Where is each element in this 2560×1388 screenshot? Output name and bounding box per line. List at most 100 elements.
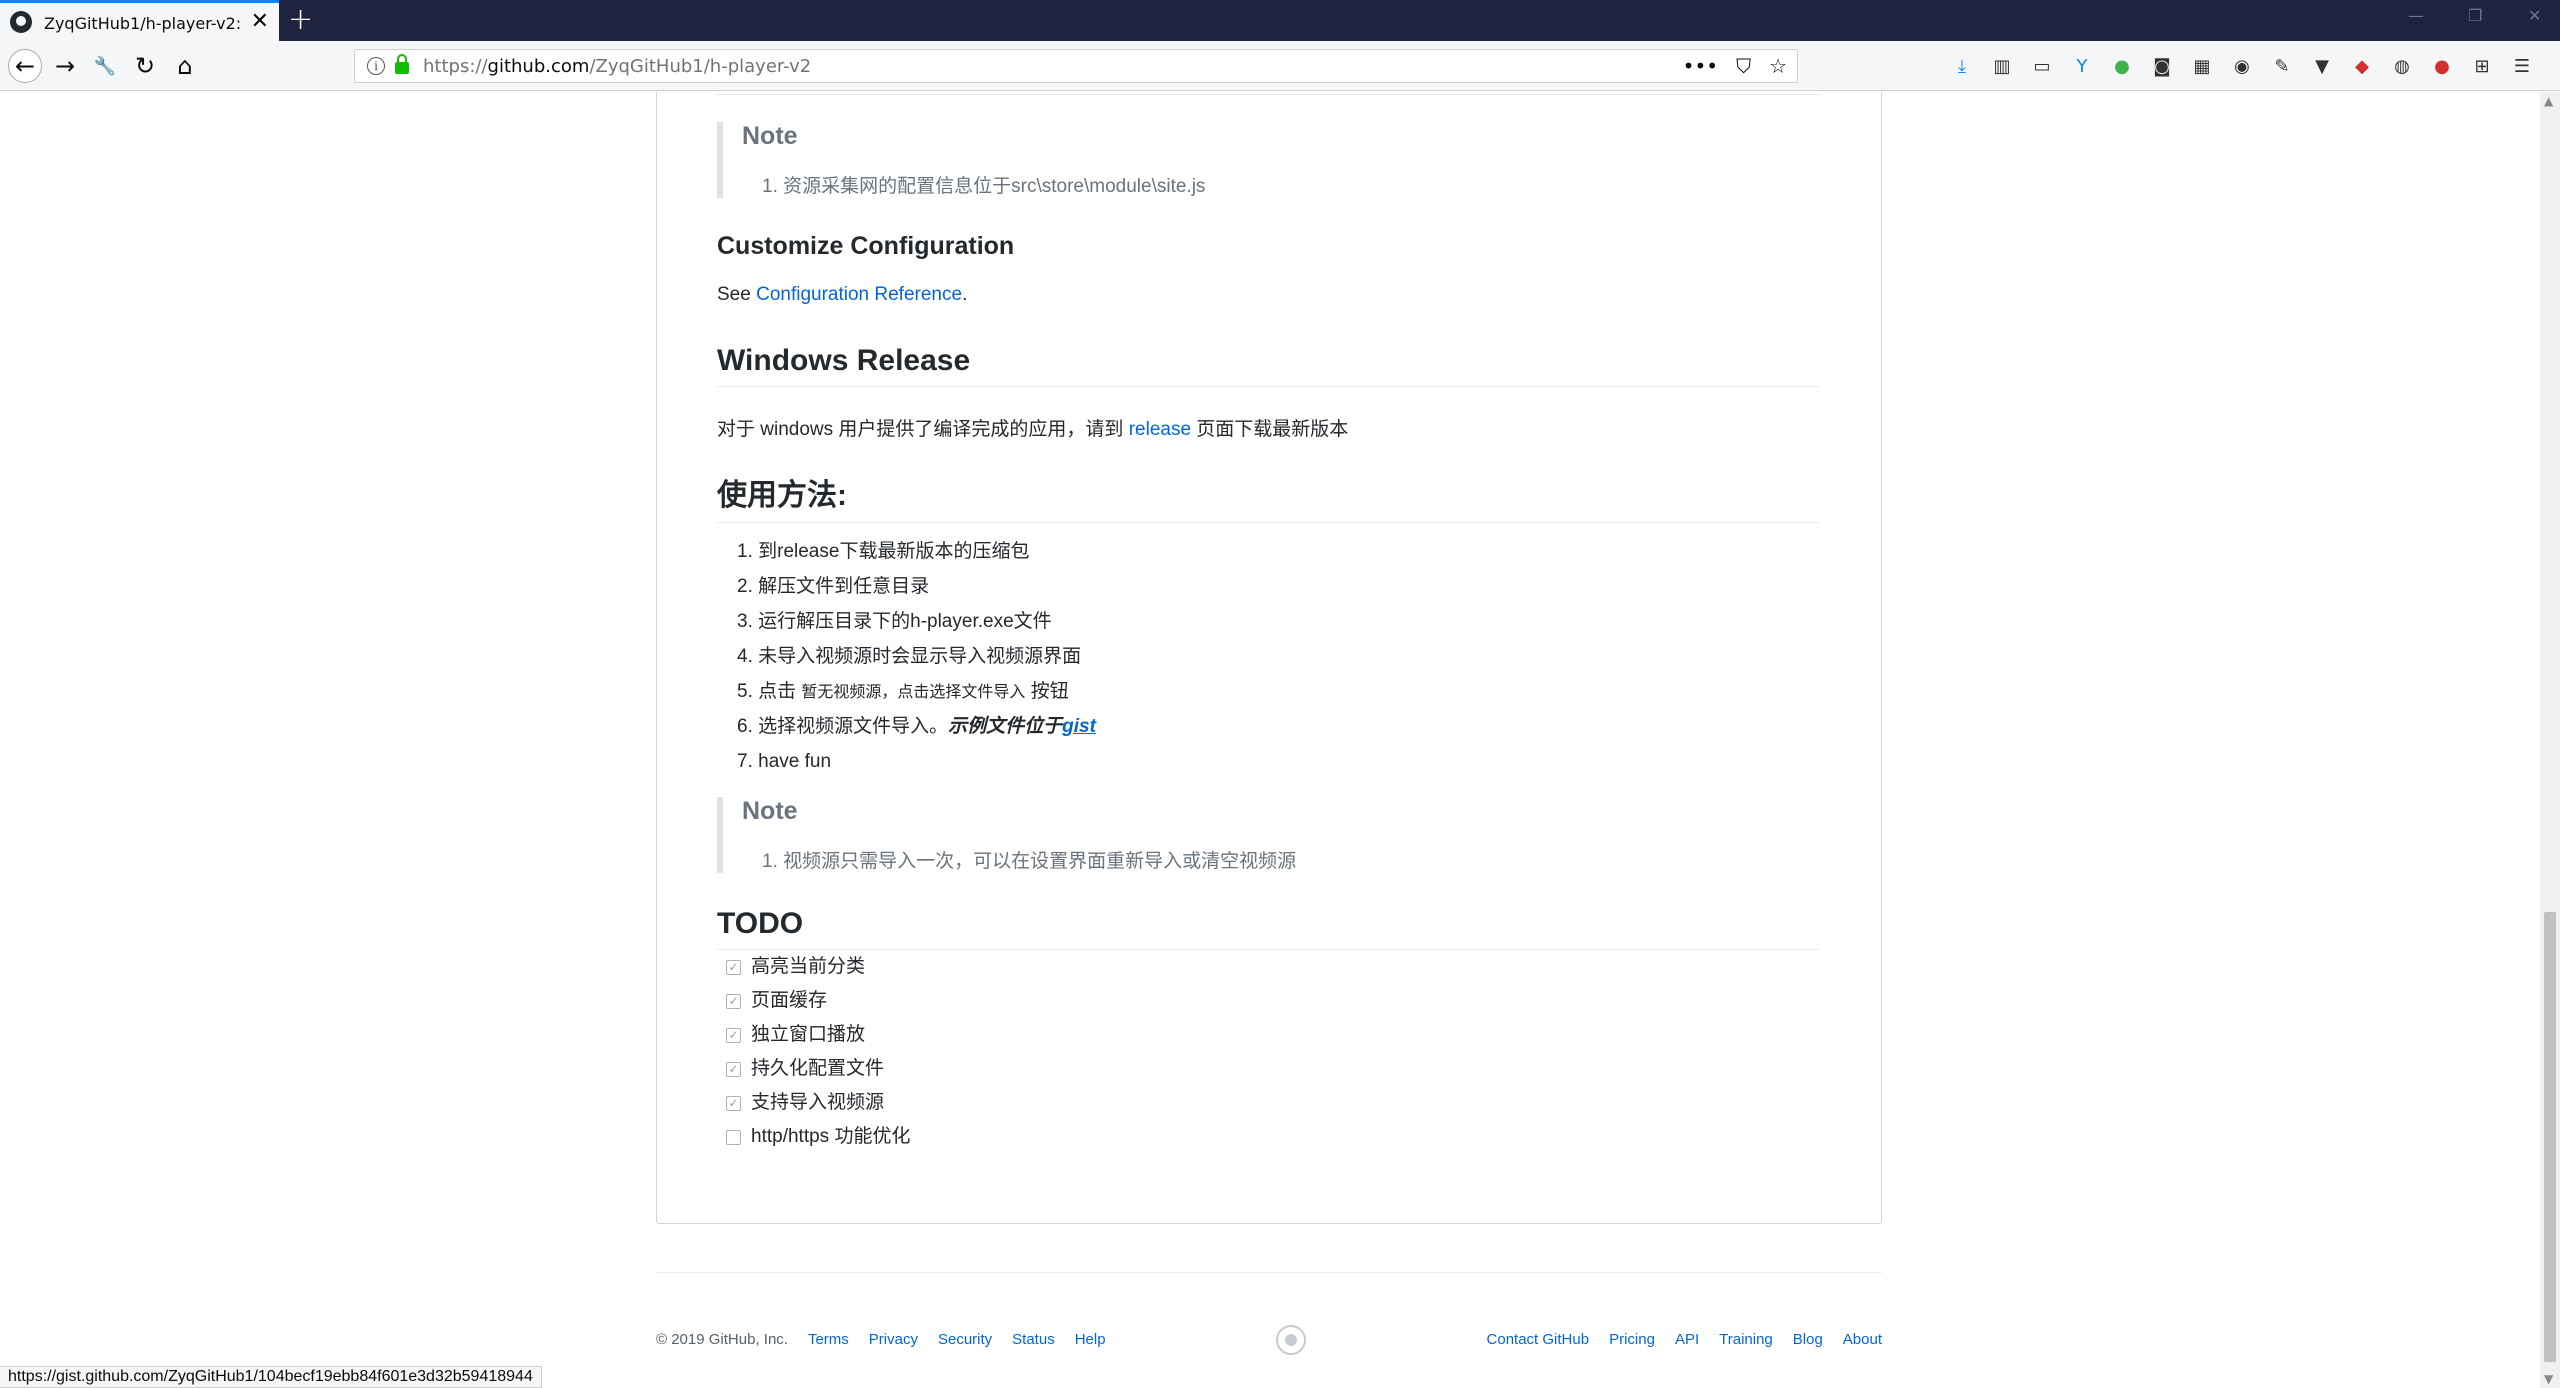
footer-link-blog[interactable]: Blog — [1793, 1331, 1823, 1348]
reload-button[interactable]: ↻ — [128, 49, 162, 83]
usage-step: 4. 未导入视频源时会显示导入视频源界面 — [737, 646, 1082, 667]
footer-link-contact-github[interactable]: Contact GitHub — [1487, 1331, 1590, 1348]
active-tab[interactable]: ZyqGitHub1/h-player-v2: 资 ✕ — [0, 0, 279, 41]
menu-icon[interactable]: ☰ — [2510, 54, 2534, 78]
status-bar-url: https://gist.github.com/ZyqGitHub1/104be… — [0, 1366, 542, 1388]
back-button[interactable]: ← — [8, 49, 42, 83]
todo-heading: TODO — [717, 907, 1820, 950]
inline-code: 暂无视频源，点击选择文件导入 — [801, 684, 1026, 701]
footer-link-status[interactable]: Status — [1012, 1331, 1055, 1348]
todo-item: ✓ 支持导入视频源 — [717, 1086, 910, 1120]
configuration-reference-link[interactable]: Configuration Reference — [756, 284, 962, 305]
footer-link-privacy[interactable]: Privacy — [869, 1331, 918, 1348]
release-link[interactable]: release — [1129, 419, 1191, 440]
divider — [717, 94, 1820, 95]
footer-link-about[interactable]: About — [1843, 1331, 1882, 1348]
checked-checkbox[interactable]: ✓ — [726, 959, 741, 975]
todo-item: ✓ 高亮当前分类 — [717, 950, 910, 984]
site-footer: © 2019 GitHub, Inc. Terms Privacy Security… — [656, 1272, 1882, 1355]
extension-grid-icon[interactable]: ⊞ — [2470, 54, 2494, 78]
forward-button[interactable]: → — [48, 49, 82, 83]
url-actions: ••• ⛉ ☆ — [1683, 54, 1787, 78]
windows-release-heading: Windows Release — [717, 344, 1820, 387]
extension-funnel-icon[interactable]: ▼ — [2310, 54, 2334, 78]
todo-list: ✓ 高亮当前分类 ✓ 页面缓存 ✓ 独立窗口播放 ✓ 持久化配置文件 ✓ 支持导入视频源 http/… — [717, 950, 910, 1154]
tab-strip: ZyqGitHub1/h-player-v2: 资 ✕ + — ❐ ✕ — [0, 0, 2560, 41]
customize-paragraph: See Configuration Reference. — [717, 284, 968, 305]
checked-checkbox[interactable]: ✓ — [726, 1027, 741, 1043]
bookmark-star-icon[interactable]: ☆ — [1769, 54, 1787, 78]
extension-eye-icon[interactable]: ◉ — [2230, 54, 2254, 78]
github-logo-icon[interactable] — [1276, 1325, 1306, 1355]
footer-right: Contact GitHub Pricing API Training Blog Abou… — [1467, 1331, 1882, 1348]
qr-code-icon[interactable]: ▦ — [2190, 54, 2214, 78]
todo-label: http/https 功能优化 — [751, 1126, 911, 1147]
checked-checkbox[interactable]: ✓ — [726, 993, 741, 1009]
usage-step: 7. have fun — [737, 751, 832, 772]
gist-link[interactable]: gist — [1062, 716, 1096, 737]
usage-step: 3. 运行解压目录下的h-player.exe文件 — [737, 611, 1052, 632]
extension-green-dot-icon[interactable]: ● — [2110, 54, 2134, 78]
note-blockquote: Note 1. 资源采集网的配置信息位于src\store\module\sit… — [717, 122, 1205, 198]
site-info-icon[interactable]: i — [367, 57, 385, 75]
minimize-window-icon[interactable]: — — [2408, 6, 2424, 25]
footer-link-training[interactable]: Training — [1719, 1331, 1773, 1348]
usage-heading: 使用方法: — [717, 470, 1820, 523]
checked-checkbox[interactable]: ✓ — [726, 1095, 741, 1111]
close-window-icon[interactable]: ✕ — [2528, 6, 2541, 25]
note-item: 1. 资源采集网的配置信息位于src\store\module\site.js — [762, 176, 1206, 197]
todo-item: ✓ 持久化配置文件 — [717, 1052, 910, 1086]
page-scrollbar[interactable]: ▲ ▼ — [2540, 92, 2560, 1388]
scroll-down-arrow-icon[interactable]: ▼ — [2544, 1372, 2553, 1386]
extension-mask-icon[interactable]: ◙ — [2150, 54, 2174, 78]
tab-title: ZyqGitHub1/h-player-v2: 资 — [44, 14, 245, 33]
usage-steps-list: 1. 到release下载最新版本的压缩包 2. 解压文件到任意目录 3. 运行… — [717, 534, 1096, 779]
account-icon[interactable]: ◍ — [2390, 54, 2414, 78]
checked-checkbox[interactable]: ✓ — [726, 1061, 741, 1077]
footer-link-terms[interactable]: Terms — [808, 1331, 849, 1348]
download-icon[interactable]: ⤓ — [1950, 54, 1974, 78]
new-tab-button[interactable]: + — [288, 4, 313, 36]
unchecked-checkbox[interactable] — [726, 1129, 741, 1145]
note-item: 1. 视频源只需导入一次，可以在设置界面重新导入或清空视频源 — [762, 851, 1297, 872]
note-title: Note — [742, 797, 798, 825]
usage-step: 2. 解压文件到任意目录 — [737, 576, 930, 597]
extension-red-dot-icon[interactable]: ● — [2430, 54, 2454, 78]
address-bar[interactable]: i https://github.com/ZyqGitHub1/h-player… — [354, 49, 1798, 83]
footer-left: © 2019 GitHub, Inc. Terms Privacy Security… — [656, 1331, 1126, 1348]
copyright: © 2019 GitHub, Inc. — [656, 1331, 788, 1348]
todo-item: ✓ 独立窗口播放 — [717, 1018, 910, 1052]
note-list: 1. 视频源只需导入一次，可以在设置界面重新导入或清空视频源 — [742, 846, 1296, 873]
sidebar-icon[interactable]: ▭ — [2030, 54, 2054, 78]
extension-translate-icon[interactable]: ✎ — [2270, 54, 2294, 78]
library-icon[interactable]: ▥ — [1990, 54, 2014, 78]
home-button[interactable]: ⌂ — [168, 49, 202, 83]
todo-label: 高亮当前分类 — [751, 956, 866, 977]
todo-label: 持久化配置文件 — [751, 1058, 885, 1079]
scroll-up-arrow-icon[interactable]: ▲ — [2544, 94, 2553, 108]
note-title: Note — [742, 122, 798, 150]
page-actions-icon[interactable]: ••• — [1683, 54, 1718, 78]
footer-link-api[interactable]: API — [1675, 1331, 1699, 1348]
restore-window-icon[interactable]: ❐ — [2468, 6, 2482, 25]
secure-lock-icon — [395, 54, 409, 74]
github-favicon-icon — [10, 11, 32, 33]
footer-link-pricing[interactable]: Pricing — [1609, 1331, 1655, 1348]
extension-v-icon[interactable]: Y — [2070, 54, 2094, 78]
navigation-toolbar: ← → 🔧 ↻ ⌂ i https://github.com/ZyqGitHub… — [0, 41, 2560, 91]
pocket-icon[interactable]: ⛉ — [1736, 54, 1751, 78]
url-text[interactable]: https://github.com/ZyqGitHub1/h-player-v… — [423, 56, 811, 77]
scrollbar-thumb[interactable] — [2544, 912, 2556, 1362]
tab-close-icon[interactable]: ✕ — [251, 11, 269, 33]
note-list: 1. 资源采集网的配置信息位于src\store\module\site.js — [742, 171, 1205, 198]
footer-link-security[interactable]: Security — [938, 1331, 992, 1348]
todo-label: 支持导入视频源 — [751, 1092, 885, 1113]
toolbar-icons: ⤓ ▥ ▭ Y ● ◙ ▦ ◉ ✎ ▼ ◆ ◍ ● ⊞ ☰ — [1950, 49, 2534, 83]
extension-shield-icon[interactable]: ◆ — [2350, 54, 2374, 78]
tools-wrench-icon[interactable]: 🔧 — [88, 49, 122, 83]
customize-heading: Customize Configuration — [717, 232, 1015, 260]
footer-link-help[interactable]: Help — [1075, 1331, 1106, 1348]
usage-step: 6. 选择视频源文件导入。示例文件位于gist — [737, 716, 1096, 737]
note-blockquote: Note 1. 视频源只需导入一次，可以在设置界面重新导入或清空视频源 — [717, 797, 1296, 873]
usage-step: 1. 到release下载最新版本的压缩包 — [737, 541, 1030, 562]
